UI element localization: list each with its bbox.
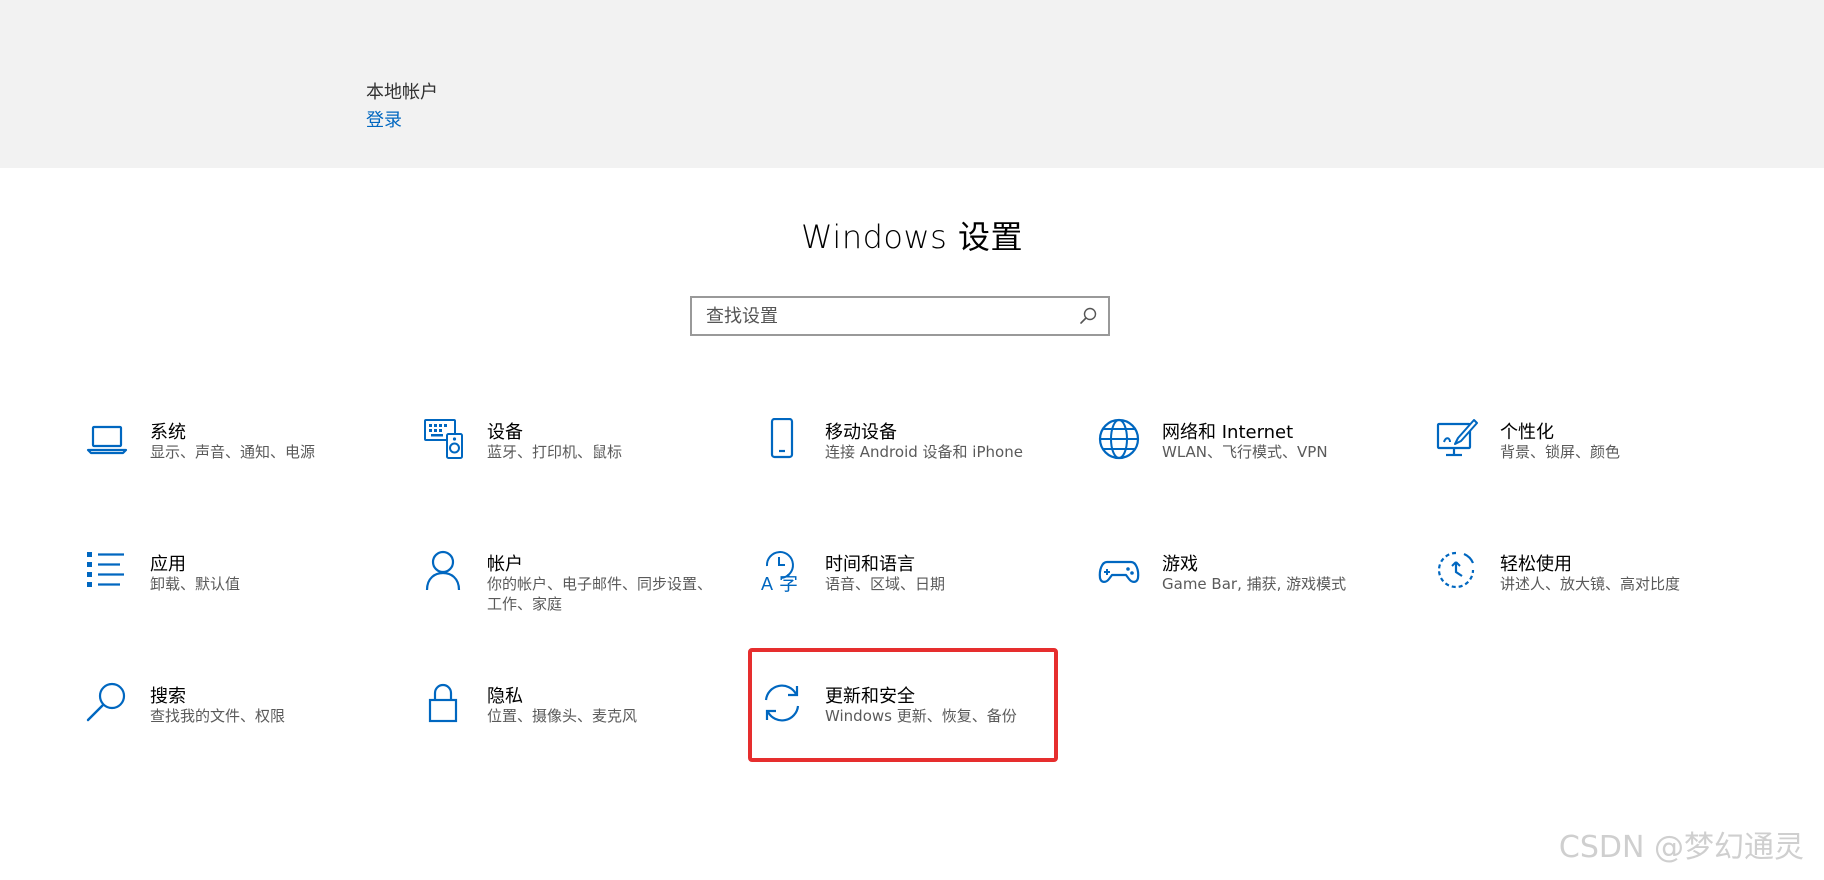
tile-search[interactable]: 搜索 查找我的文件、权限 bbox=[86, 682, 386, 772]
ease-of-access-icon bbox=[1437, 551, 1475, 589]
search-icon bbox=[86, 682, 126, 722]
gamepad-icon bbox=[1098, 560, 1140, 583]
tile-desc: 语音、区域、日期 bbox=[825, 575, 946, 593]
tile-title: 更新和安全 bbox=[825, 686, 915, 707]
tile-title: 帐户 bbox=[487, 554, 523, 575]
tile-desc: 连接 Android 设备和 iPhone bbox=[825, 443, 1023, 461]
tile-title: 设备 bbox=[487, 422, 523, 443]
tile-title: 隐私 bbox=[487, 686, 523, 707]
tile-title: 系统 bbox=[150, 422, 186, 443]
search-input[interactable] bbox=[692, 298, 1090, 334]
tile-title: 游戏 bbox=[1162, 554, 1198, 575]
svg-text:字: 字 bbox=[779, 573, 798, 592]
tile-desc: WLAN、飞行模式、VPN bbox=[1162, 443, 1328, 461]
tile-accounts[interactable]: 帐户 你的帐户、电子邮件、同步设置、工作、家庭 bbox=[423, 550, 723, 640]
sync-icon bbox=[764, 684, 800, 722]
tile-personalization[interactable]: 个性化 背景、锁屏、颜色 bbox=[1436, 418, 1736, 508]
tile-desc: Windows 更新、恢复、备份 bbox=[825, 707, 1017, 725]
tile-desc: 卸载、默认值 bbox=[150, 575, 241, 593]
tile-desc: 蓝牙、打印机、鼠标 bbox=[487, 443, 623, 461]
tile-title: 搜索 bbox=[150, 686, 186, 707]
tile-gaming[interactable]: 游戏 Game Bar, 捕获, 游戏模式 bbox=[1098, 550, 1398, 640]
account-header: 本地帐户 登录 bbox=[0, 0, 1824, 168]
phone-icon bbox=[770, 418, 794, 459]
watermark: CSDN @梦幻通灵 bbox=[1558, 830, 1804, 865]
apps-list-icon bbox=[87, 552, 124, 587]
tile-desc: 位置、摄像头、麦克风 bbox=[487, 707, 638, 725]
search-box[interactable] bbox=[690, 296, 1110, 336]
account-type-label: 本地帐户 bbox=[366, 82, 438, 103]
signin-link[interactable]: 登录 bbox=[366, 106, 402, 132]
svg-text:A: A bbox=[761, 574, 773, 592]
search-icon[interactable] bbox=[1078, 306, 1098, 326]
tile-system[interactable]: 系统 显示、声音、通知、电源 bbox=[86, 418, 386, 508]
personalization-icon bbox=[1436, 419, 1478, 457]
devices-icon bbox=[424, 419, 463, 459]
tile-title: 轻松使用 bbox=[1500, 554, 1572, 575]
tile-apps[interactable]: 应用 卸载、默认值 bbox=[86, 550, 386, 640]
tile-title: 移动设备 bbox=[825, 422, 897, 443]
laptop-icon bbox=[86, 425, 128, 455]
tile-title: 个性化 bbox=[1500, 422, 1554, 443]
tile-desc: 查找我的文件、权限 bbox=[150, 707, 286, 725]
globe-icon bbox=[1098, 418, 1140, 460]
lock-icon bbox=[428, 683, 458, 723]
tile-devices[interactable]: 设备 蓝牙、打印机、鼠标 bbox=[423, 418, 723, 508]
tile-title: 网络和 Internet bbox=[1162, 422, 1294, 443]
time-language-icon: A 字 bbox=[761, 551, 798, 592]
person-icon bbox=[425, 550, 461, 591]
tile-desc: 讲述人、放大镜、高对比度 bbox=[1500, 575, 1681, 593]
tile-title: 应用 bbox=[150, 554, 186, 575]
tile-title: 时间和语言 bbox=[825, 554, 915, 575]
tile-ease-of-access[interactable]: 轻松使用 讲述人、放大镜、高对比度 bbox=[1436, 550, 1736, 640]
tile-network[interactable]: 网络和 Internet WLAN、飞行模式、VPN bbox=[1098, 418, 1398, 508]
tile-phone[interactable]: 移动设备 连接 Android 设备和 iPhone bbox=[761, 418, 1061, 508]
tile-desc: 你的帐户、电子邮件、同步设置、工作、家庭 bbox=[487, 575, 713, 613]
tile-desc: 背景、锁屏、颜色 bbox=[1500, 443, 1621, 461]
page-title: Windows 设置 bbox=[800, 218, 1024, 256]
tile-time-language[interactable]: A 字 时间和语言 语音、区域、日期 bbox=[761, 550, 1061, 640]
tile-privacy[interactable]: 隐私 位置、摄像头、麦克风 bbox=[423, 682, 723, 772]
tile-update-security[interactable]: 更新和安全 Windows 更新、恢复、备份 bbox=[761, 682, 1061, 772]
tile-desc: 显示、声音、通知、电源 bbox=[150, 443, 316, 461]
tile-desc: Game Bar, 捕获, 游戏模式 bbox=[1162, 575, 1347, 593]
